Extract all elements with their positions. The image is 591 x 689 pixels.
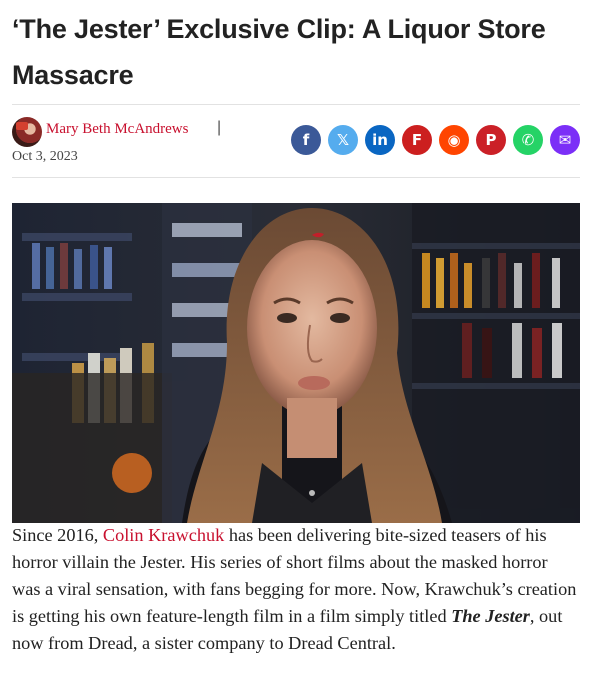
pinterest-icon[interactable]: P (476, 125, 506, 155)
body-text-1: Since 2016, (12, 525, 103, 545)
whatsapp-icon[interactable]: ✆ (513, 125, 543, 155)
byline: Mary Beth McAndrews | Oct 3, 2023 f 𝕏 in… (12, 105, 580, 175)
flipboard-icon[interactable]: F (402, 125, 432, 155)
author-link[interactable]: Mary Beth McAndrews (46, 121, 188, 138)
article-header: ‘The Jester’ Exclusive Clip: A Liquor St… (12, 0, 580, 178)
byline-separator: | (217, 119, 222, 136)
share-bar: f 𝕏 in F ◉ P ✆ ✉ (291, 125, 580, 155)
divider (12, 177, 580, 178)
x-icon[interactable]: 𝕏 (328, 125, 358, 155)
article-title: ‘The Jester’ Exclusive Clip: A Liquor St… (12, 14, 546, 90)
hero-image-svg (12, 203, 580, 523)
facebook-icon[interactable]: f (291, 125, 321, 155)
avatar[interactable] (12, 117, 42, 147)
linkedin-icon[interactable]: in (365, 125, 395, 155)
author-profile-link[interactable]: Colin Krawchuk (103, 525, 224, 545)
reddit-icon[interactable]: ◉ (439, 125, 469, 155)
film-title: The Jester (451, 606, 530, 626)
hero-image (12, 203, 580, 523)
publish-date: Oct 3, 2023 (12, 149, 78, 164)
email-icon[interactable]: ✉ (550, 125, 580, 155)
article-body: Since 2016, Colin Krawchuk has been deli… (12, 522, 580, 657)
